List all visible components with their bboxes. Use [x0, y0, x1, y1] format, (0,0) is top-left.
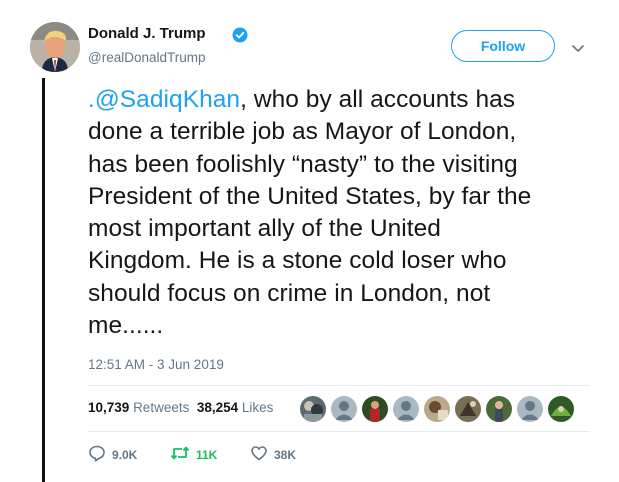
- like-button[interactable]: 38K: [250, 444, 296, 465]
- user-handle[interactable]: @realDonaldTrump: [88, 50, 206, 65]
- liker-avatar[interactable]: [393, 396, 419, 422]
- liker-avatar[interactable]: [548, 396, 574, 422]
- tweet-line: President of the United States, by far t…: [88, 182, 532, 210]
- tweet-line: me......: [88, 312, 164, 340]
- likes-count: 38,254: [196, 400, 239, 415]
- liker-avatar[interactable]: [486, 396, 512, 422]
- likes-stat[interactable]: 38,254 Likes: [197, 400, 274, 415]
- liker-avatar[interactable]: [331, 396, 357, 422]
- liker-avatar[interactable]: [362, 396, 388, 422]
- liker-avatar[interactable]: [300, 396, 326, 422]
- follow-button[interactable]: Follow: [451, 30, 555, 62]
- tweet-timestamp[interactable]: 12:51 AM - 3 Jun 2019: [88, 357, 224, 372]
- tweet-line: most important ally of the United: [88, 215, 441, 243]
- heart-icon: [250, 444, 268, 465]
- retweets-count: 10,739: [88, 400, 130, 415]
- verified-badge-icon: [232, 27, 248, 48]
- engagement-stats: 10,739 Retweets 38,254 Likes: [88, 400, 273, 415]
- avatar[interactable]: [30, 22, 80, 72]
- divider: [88, 431, 590, 432]
- divider: [88, 385, 590, 386]
- retweets-label: Retweets: [133, 400, 190, 415]
- liker-avatar[interactable]: [517, 396, 543, 422]
- tweet-line: Kingdom. He is a stone cold loser who: [88, 247, 507, 275]
- retweets-stat[interactable]: 10,739 Retweets: [88, 400, 189, 415]
- tweet-line: should focus on crime in London, not: [88, 279, 491, 307]
- display-name[interactable]: Donald J. Trump: [88, 25, 206, 42]
- tweet-line: .@SadiqKhan, who by all accounts has: [88, 86, 516, 113]
- tweet-line: done a terrible job as Mayor of London,: [88, 118, 517, 146]
- tweet-text: .@SadiqKhan, who by all accounts has don…: [88, 84, 608, 342]
- tweet-line: has been foolishly “nasty” to the visiti…: [88, 150, 518, 178]
- profile-photo-icon: [30, 22, 80, 72]
- retweet-count: 11K: [196, 447, 218, 462]
- retweet-icon: [170, 444, 190, 465]
- reply-icon: [88, 444, 106, 465]
- mention-link[interactable]: .@SadiqKhan: [88, 86, 240, 113]
- liker-avatar[interactable]: [455, 396, 481, 422]
- retweet-button[interactable]: 11K: [170, 444, 217, 465]
- likes-label: Likes: [241, 400, 274, 415]
- thread-connector-line: [42, 78, 45, 482]
- reply-count: 9.0K: [112, 447, 138, 462]
- liker-avatar[interactable]: [424, 396, 450, 422]
- like-count: 38K: [274, 447, 297, 462]
- chevron-down-icon[interactable]: [572, 40, 584, 58]
- reply-button[interactable]: 9.0K: [88, 444, 137, 465]
